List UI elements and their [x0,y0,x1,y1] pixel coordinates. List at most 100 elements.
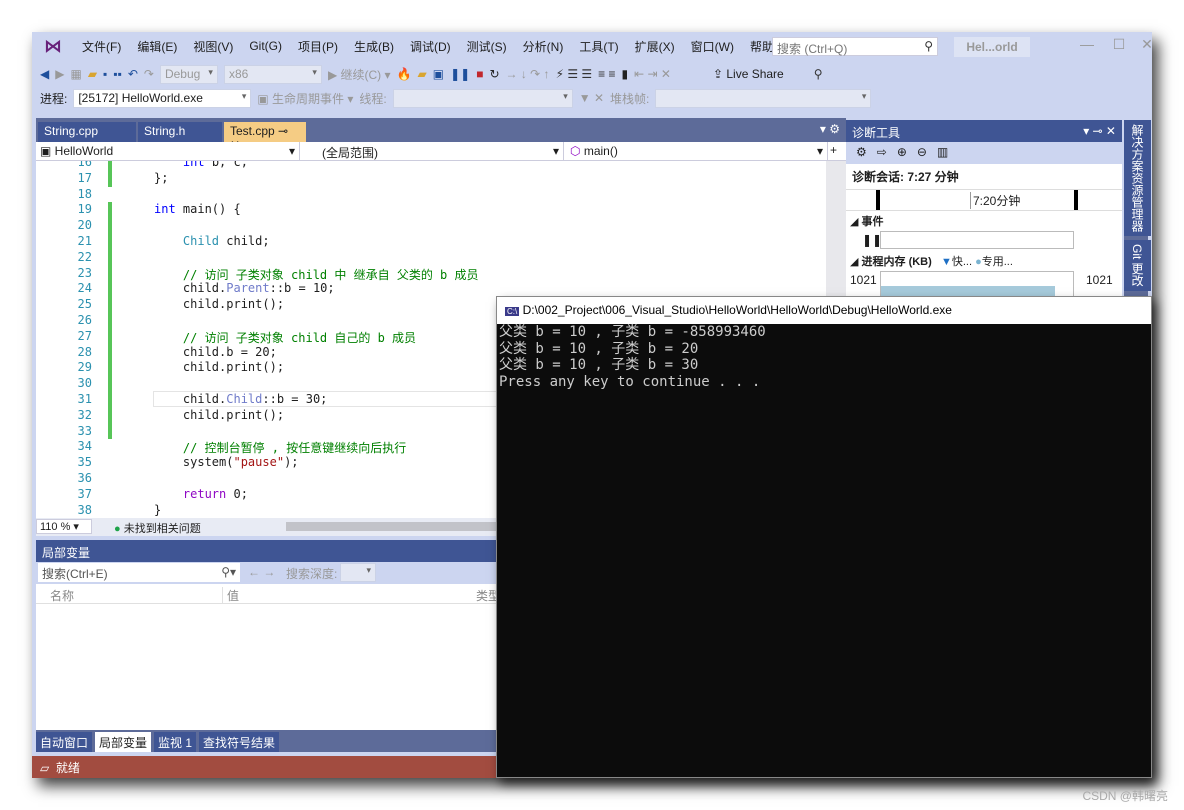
tab-test-cpp[interactable]: Test.cpp ⊸ ✕ [224,122,306,152]
zoom-out-icon[interactable]: ⊖ [917,145,937,159]
search-input[interactable]: 搜索 (Ctrl+Q) ⚲ [772,37,938,56]
code-line[interactable]: // 控制台暂停 , 按任意键继续向后执行 [154,439,406,456]
config-dropdown[interactable]: Debug ▾ [159,64,218,84]
diag-timeline[interactable]: 7:20分钟 [846,189,1122,211]
minimize-icon[interactable]: — [1072,36,1102,52]
code-line[interactable]: child.Parent::b = 10; [154,281,335,295]
tab-autos[interactable]: 自动窗口 [36,732,93,752]
menu-git[interactable]: Git(G) [241,39,290,53]
chart-icon[interactable]: ▥ [937,145,958,159]
tab-locals[interactable]: 局部变量 [95,732,152,752]
maximize-icon[interactable]: ☐ [1104,36,1134,53]
code-line[interactable]: }; [154,171,168,185]
menu-debug[interactable]: 调试(D) [402,38,459,55]
menu-edit[interactable]: 编辑(E) [129,38,185,55]
menu-view[interactable]: 视图(V) [185,38,241,55]
project-dropdown[interactable]: ▣ HelloWorld ▾ [36,142,300,161]
feedback-icon[interactable]: ⚲ [814,67,823,81]
menu-build[interactable]: 生成(B) [346,38,402,55]
code-line[interactable]: return 0; [154,487,248,501]
console-title-bar[interactable]: C:\ D:\002_Project\006_Visual_Studio\Hel… [497,297,1151,324]
platform-dropdown[interactable]: x86 ▾ [223,64,322,84]
stackframe-dropdown[interactable]: ▾ [655,88,872,108]
locals-nav-arrows[interactable]: ← → [248,565,275,579]
code-line[interactable]: // 访问 子类对象 child 中 继承自 父类的 b 成员 [154,266,479,283]
line-number: 31 [77,392,92,406]
thread-dropdown[interactable]: ▾ [392,88,573,108]
memory-header[interactable]: ◢ 进程内存 (KB) ▼快... ●专用... [846,251,1122,271]
breakpoint-icons[interactable]: ⚡ ☰ ☰ [556,67,593,81]
menu-file[interactable]: 文件(F) [74,38,129,55]
lifecycle-button[interactable]: ▣ 生命周期事件 ▾ [257,90,353,107]
process-dropdown[interactable]: [25172] HelloWorld.exe ▾ [73,88,252,108]
continue-button[interactable]: ▶ 继续(C) ▾ [328,66,391,83]
bookmark-nav-icons[interactable]: ⇤ ⇥ ✕ [634,67,671,81]
menu-analyze[interactable]: 分析(N) [515,38,572,55]
bookmark-icon[interactable]: ▮ [622,67,629,81]
pause-icon[interactable]: ❚❚ [450,67,470,81]
member-dropdown[interactable]: ⬡ main() ▾ [566,142,828,161]
code-line[interactable]: int b, c; [154,161,248,169]
standard-toolbar: ◀ ▶ ▦ ▰ ▪ ▪▪ ↶ ↷ Debug ▾ x86 ▾ ▶ 继续(C) ▾ 🔥 ▰ … [32,63,1152,85]
code-line[interactable]: child.print(); [154,408,284,422]
tab-git-changes[interactable]: Git 更改 [1124,240,1151,291]
events-header[interactable]: ◢ 事件 [846,211,1122,231]
code-line[interactable]: } [154,503,161,517]
tab-overflow-icon[interactable]: ▾ ⚙ [820,122,840,136]
undo-icon[interactable]: ↶ [128,67,138,81]
menu-test[interactable]: 测试(S) [459,38,515,55]
tab-string-cpp[interactable]: String.cpp [38,122,136,142]
code-line[interactable]: child.print(); [154,360,284,374]
code-line[interactable]: int main() { [154,202,241,216]
locals-search-input[interactable]: 搜索(Ctrl+E) ⚲▾ [38,563,240,582]
tab-string-h[interactable]: String.h [138,122,222,142]
issues-indicator[interactable]: ● 未找到相关问题 [114,520,201,536]
panel-controls-icon[interactable]: ▾ ⊸ ✕ [1083,124,1116,138]
export-icon[interactable]: ⇨ [877,145,897,159]
check-icon: ● [114,523,121,535]
menu-project[interactable]: 项目(P) [290,38,346,55]
live-share-button[interactable]: ⇪ Live Share [713,67,784,81]
zoom-dropdown[interactable]: 110 % ▾ [36,519,92,534]
column-value[interactable]: 值 [222,587,239,604]
hot-reload-icon[interactable]: 🔥 [397,67,412,81]
split-icon[interactable]: + [830,143,837,157]
zoom-in-icon[interactable]: ⊕ [897,145,917,159]
close-icon[interactable]: ✕ [1132,36,1162,53]
line-number: 29 [77,360,92,375]
tab-find-symbol[interactable]: 查找符号结果 [199,732,280,752]
comment-icons[interactable]: ≡ ≡ [598,67,615,81]
stop-icon[interactable]: ■ [476,67,483,81]
step-icons[interactable]: → ↓ ↷ ↑ [506,67,550,81]
restart-icon[interactable]: ↻ [489,67,499,81]
code-line[interactable]: system("pause"); [154,455,299,469]
redo-icon[interactable]: ↷ [144,67,154,81]
save-all-icon[interactable]: ▪▪ [113,67,122,81]
scope-dropdown[interactable]: (全局范围) ▾ [302,142,564,161]
back-icon[interactable]: ◀ [40,67,49,81]
column-name[interactable]: 名称 [50,587,74,604]
new-project-icon[interactable]: ▦ [70,67,81,81]
tab-solution-explorer[interactable]: 解决方案资源管理器 [1124,120,1151,236]
console-window[interactable]: C:\ D:\002_Project\006_Visual_Studio\Hel… [496,296,1152,778]
code-line[interactable]: // 访问 子类对象 child 自己的 b 成员 [154,329,416,346]
pin-icon[interactable]: ⊸ [278,124,288,138]
menu-tools[interactable]: 工具(T) [571,38,626,55]
code-line[interactable]: child.print(); [154,297,284,311]
filter-icons[interactable]: ▼ ✕ [579,91,604,105]
find-icon[interactable]: ▰ [418,67,427,81]
menu-window[interactable]: 窗口(W) [683,38,742,55]
code-line[interactable]: child.b = 20; [154,345,277,359]
depth-dropdown[interactable]: ▾ [340,563,376,582]
tab-watch-1[interactable]: 监视 1 [154,732,197,752]
screenshot-icon[interactable]: ▣ [433,67,444,81]
forward-icon[interactable]: ▶ [55,67,64,81]
open-icon[interactable]: ▰ [88,67,97,81]
line-number-gutter: 16 17 18 19 20 21 22 23 24 25 26 27 28 29 30 31 32 33 34 35… [36,161,106,518]
tab-label: Test.cpp [230,124,275,138]
menu-extensions[interactable]: 扩展(X) [627,38,683,55]
code-line[interactable]: Child child; [154,234,270,248]
settings-icon[interactable]: ⚙ [856,145,877,159]
console-icon: C:\ [505,307,520,316]
save-icon[interactable]: ▪ [103,67,107,81]
